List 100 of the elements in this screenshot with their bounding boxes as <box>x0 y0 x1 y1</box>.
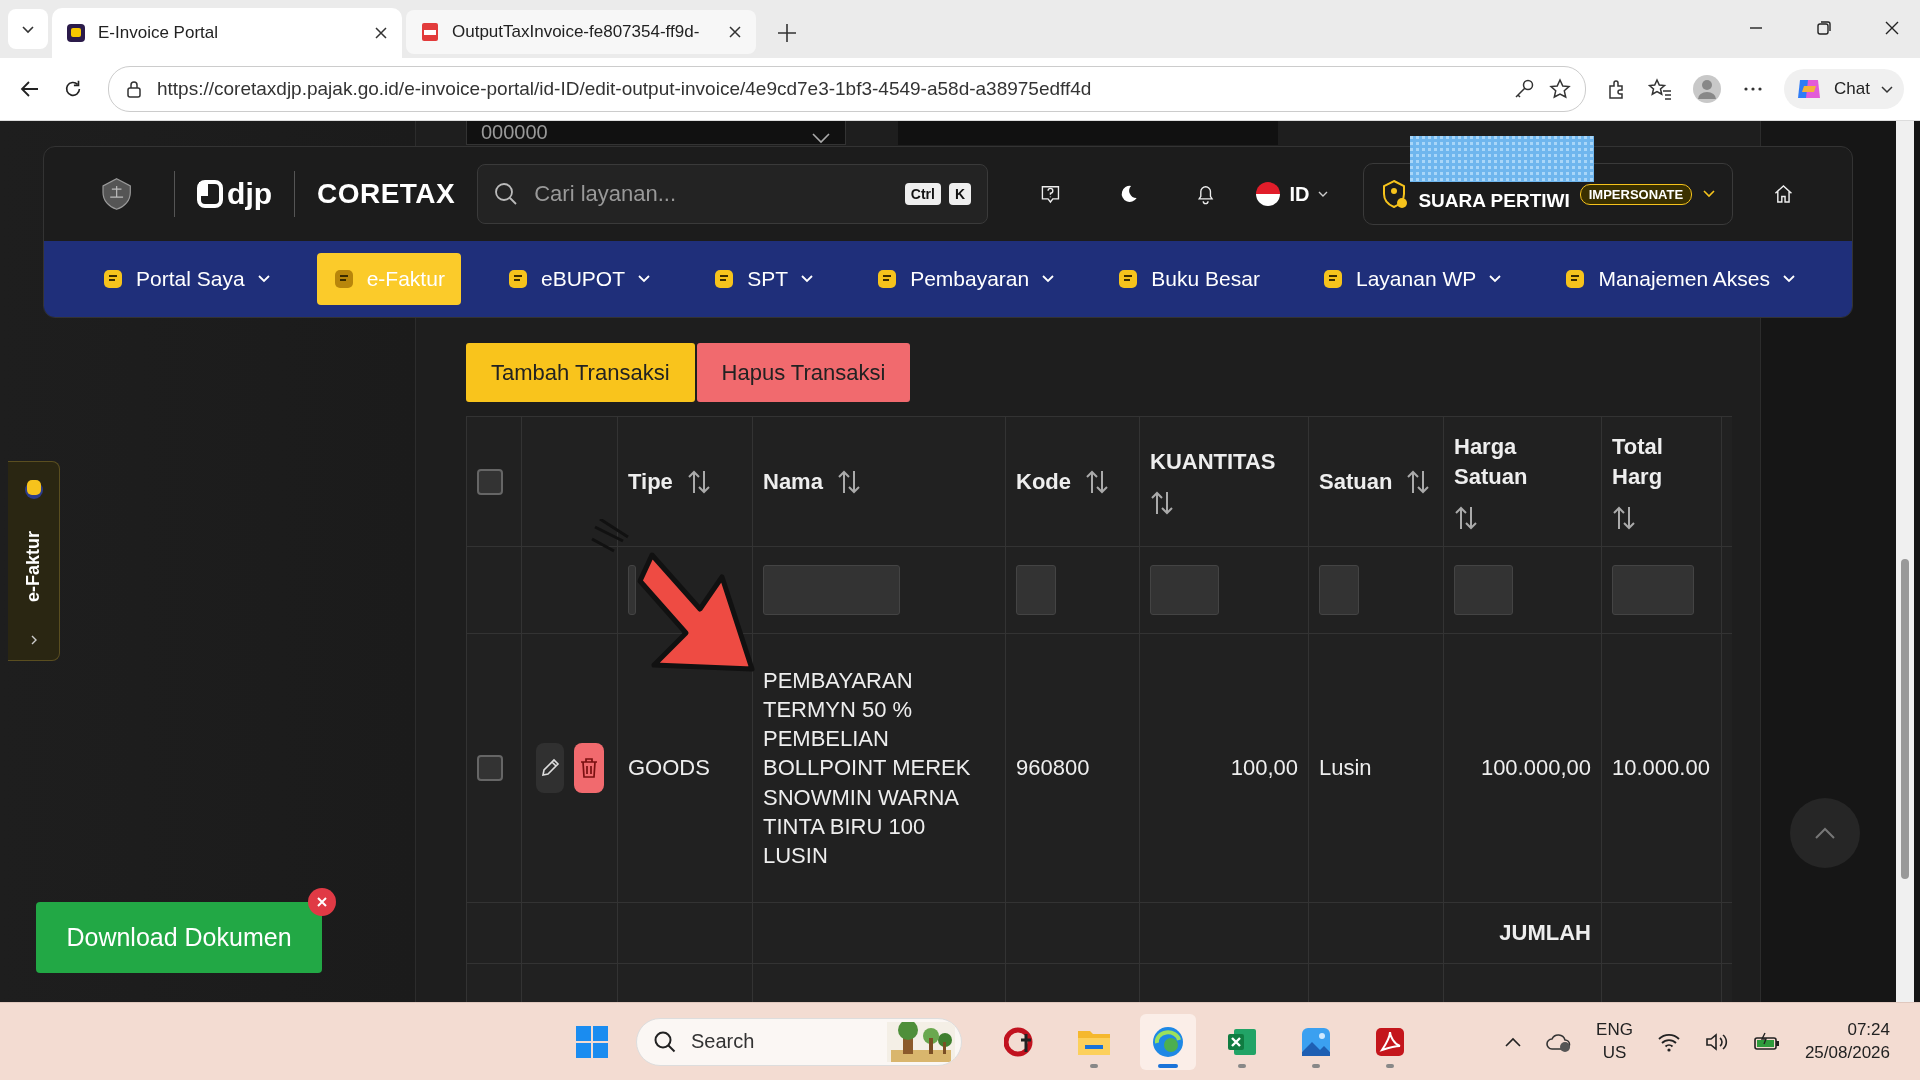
table-cell-text: 10.000.00 <box>1612 754 1710 783</box>
close-icon[interactable] <box>374 26 388 40</box>
table-cell-text: GOODS <box>628 754 710 783</box>
address-bar[interactable]: https://coretaxdjp.pajak.go.id/e-invoice-portal/id-ID/edit-output-invoice/4e9cd7e3-1bf3-4549-a58d-a38975edff4d <box>108 66 1587 112</box>
star-icon[interactable] <box>1549 78 1572 100</box>
select-all-checkbox[interactable] <box>477 468 503 495</box>
menu-item-icon <box>1117 268 1140 290</box>
url-text: https://coretaxdjp.pajak.go.id/e-invoice-portal/id-ID/edit-output-invoice/4e9cd7e3-1bf3-4549-a58d-a38975edff4d <box>157 78 1093 100</box>
nav-menu-item[interactable]: SPT <box>697 253 830 305</box>
chevron-up-icon[interactable] <box>1504 1035 1523 1048</box>
restore-icon[interactable] <box>1816 20 1832 36</box>
filter-input[interactable] <box>1150 565 1219 615</box>
shortcut-key: Ctrl <box>904 183 941 205</box>
nav-menu-item[interactable]: Portal Saya <box>86 253 287 305</box>
chevron-down-icon <box>637 274 652 284</box>
dropdown-field[interactable]: 000000 <box>466 121 846 145</box>
filter-input[interactable] <box>763 565 900 615</box>
filter-input[interactable] <box>1319 565 1359 615</box>
product-logo: CORETAX <box>316 178 456 210</box>
column-header[interactable]: Tipe <box>628 466 673 497</box>
close-icon[interactable] <box>728 25 742 39</box>
nav-menu-item[interactable]: eBUPOT <box>491 253 668 305</box>
sort-icon[interactable] <box>1085 468 1109 495</box>
table-cell-text: Lusin <box>1319 754 1372 783</box>
clock[interactable]: 07:24 25/08/2026 <box>1804 1019 1890 1064</box>
chevron-down-icon <box>1317 189 1330 199</box>
filter-input[interactable] <box>628 565 636 615</box>
filter-input[interactable] <box>1454 565 1513 615</box>
search-input[interactable]: Cari layanan... <box>532 180 897 208</box>
chevron-down-icon <box>1782 274 1796 284</box>
filter-input[interactable] <box>1016 565 1056 615</box>
app-icon <box>23 478 44 500</box>
trash-icon <box>578 757 599 779</box>
search-field[interactable]: Cari layanan... Ctrl K <box>477 164 989 224</box>
column-header[interactable]: Satuan <box>1319 466 1393 497</box>
language-selector[interactable]: ID <box>1255 181 1330 207</box>
sort-icon[interactable] <box>1454 505 1478 532</box>
flag-icon <box>1255 181 1282 207</box>
search-placeholder: Search <box>691 1030 756 1053</box>
taskbar-search[interactable]: Search <box>636 1017 962 1066</box>
lock-icon <box>125 80 143 98</box>
user-name: SUARA PERTIWI <box>1418 190 1570 212</box>
nav-menu-item[interactable]: Pembayaran <box>860 253 1072 305</box>
row-checkbox[interactable] <box>477 755 503 781</box>
field-value: 000000 <box>481 121 548 144</box>
input-language[interactable]: ENG US <box>1596 1019 1633 1064</box>
windows-start-icon[interactable] <box>574 1023 610 1060</box>
user-badge-icon <box>1380 179 1409 209</box>
sort-icon[interactable] <box>1150 490 1174 517</box>
input-field[interactable] <box>898 121 1278 145</box>
chat-button[interactable]: Chat <box>1784 69 1904 109</box>
chevron-down-icon <box>800 274 814 284</box>
new-tab-icon[interactable] <box>776 22 798 44</box>
menu-item-icon <box>713 268 736 290</box>
menu-item-icon <box>876 268 899 290</box>
taskbar-app[interactable] <box>1140 1013 1196 1070</box>
menu-item-icon <box>102 268 124 290</box>
total-label: JUMLAH <box>1499 919 1591 948</box>
add-transaction-button[interactable]: Tambah Transaksi <box>466 343 695 402</box>
sort-icon[interactable] <box>686 468 711 495</box>
shortcut-key: K <box>948 183 972 205</box>
close-icon[interactable] <box>307 887 337 917</box>
filter-input[interactable] <box>1612 565 1694 615</box>
profile-avatar-icon[interactable] <box>1692 74 1723 104</box>
column-header[interactable]: Harga Satuan <box>1454 431 1591 492</box>
edit-button[interactable] <box>535 743 564 793</box>
sort-icon[interactable] <box>1406 468 1431 495</box>
nav-menu-item[interactable]: Manajemen Akses <box>1548 253 1812 305</box>
column-header[interactable]: Total Harg <box>1612 431 1711 492</box>
tab-title: OutputTaxInvoice-fe807354-ff9d- <box>452 22 701 42</box>
chevron-down-icon <box>256 274 271 284</box>
sort-icon[interactable] <box>836 468 861 495</box>
column-header[interactable]: Nama <box>763 466 823 497</box>
pdf-reader-icon <box>1374 1025 1406 1058</box>
nav-menu-item[interactable]: Layanan WP <box>1306 253 1519 305</box>
menu-item-icon <box>332 268 355 290</box>
djp-logo-icon <box>197 180 224 208</box>
table-cell-text: 100,00 <box>1230 754 1298 783</box>
scrollbar[interactable] <box>1896 121 1914 1002</box>
edge-icon <box>1151 1024 1185 1059</box>
battery-icon[interactable] <box>1752 1031 1781 1052</box>
brand-name: djp <box>227 177 273 211</box>
column-header[interactable]: Kode <box>1016 466 1071 497</box>
table-cell-text: PEMBAYARAN TERMYN 50 % PEMBELIAN BOLLPOINT MEREK SNOWMIN WARNA TINTA BIRU 100 LUSIN <box>763 667 972 870</box>
delete-transaction-button[interactable]: Hapus Transaksi <box>696 343 911 402</box>
nav-menu-item[interactable]: Buku Besar <box>1101 253 1276 305</box>
key-icon[interactable] <box>1513 78 1536 100</box>
sort-icon[interactable] <box>1612 505 1636 532</box>
chevron-down-icon <box>1041 274 1056 284</box>
wifi-icon[interactable] <box>1656 1031 1681 1052</box>
chevron-down-icon <box>1488 274 1503 284</box>
chevron-down-icon <box>1702 189 1717 199</box>
volume-icon[interactable] <box>1704 1031 1729 1052</box>
delete-button[interactable] <box>573 743 604 793</box>
e-faktur-side-tab[interactable]: e-Faktur <box>8 461 60 661</box>
close-icon[interactable] <box>1884 20 1900 36</box>
browser-tab[interactable]: E-Invoice Portal <box>52 8 402 58</box>
browser-tab[interactable]: OutputTaxInvoice-fe807354-ff9d- <box>406 10 756 54</box>
favorites-icon[interactable] <box>1648 78 1673 100</box>
column-header[interactable]: KUANTITAS <box>1150 446 1276 477</box>
